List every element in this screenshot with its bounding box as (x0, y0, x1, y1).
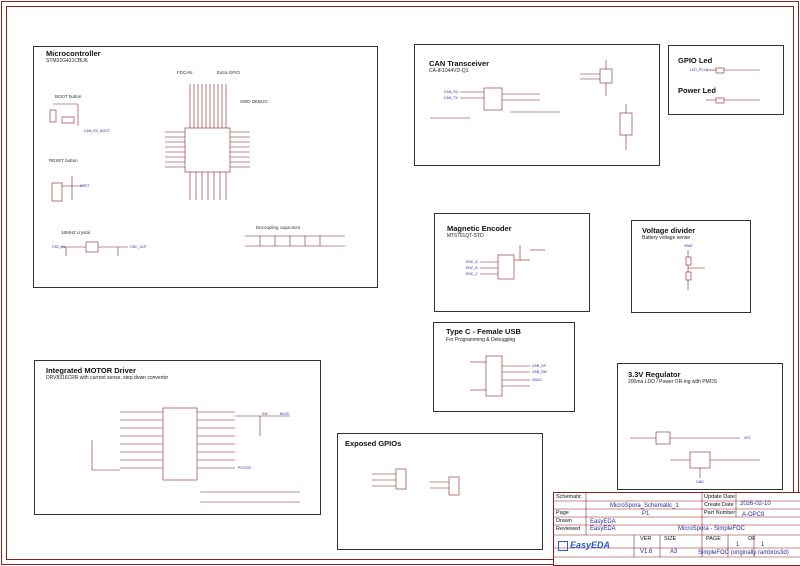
mcu-bottom-pins (189, 172, 227, 200)
schematic-sheet: Microcontroller STM32G431CBU6 BOOT butto… (0, 0, 800, 566)
size-label: SIZE (664, 536, 677, 542)
net-enc-b: ENC_B (466, 266, 478, 270)
gpio-header-2 (448, 476, 460, 496)
usb-connector (485, 355, 503, 397)
schematic-label: Schematic (556, 494, 582, 500)
net-buck: BUCK (280, 412, 290, 416)
net-can-rx-boot: CAN_RX_BOOT (84, 129, 111, 133)
net-osc-out: OSC_OUT (130, 245, 147, 249)
easyeda-logo-mark (558, 540, 568, 551)
net-vbus: VBUS (532, 378, 542, 382)
net-sw: SW (262, 412, 268, 416)
can-connector-2 (619, 112, 633, 136)
net-gnd: GND (696, 480, 704, 484)
page-label: Page (556, 510, 569, 516)
boot-resistor (49, 109, 57, 123)
net-can-rx: CAN_RX (444, 90, 459, 94)
encoder-chip (497, 254, 515, 280)
title-block: Schematic MicroSpora_Schematic_1 Page P1… (553, 492, 800, 566)
ver-label: VER (640, 536, 652, 542)
motor-driver-chip (162, 407, 198, 481)
reviewed-value: EasyEDA (590, 526, 616, 532)
can-transceiver-chip (483, 87, 503, 111)
mcu-chip (184, 127, 231, 173)
net-pgood: PGOOD (238, 466, 252, 470)
mcu-top-pins (189, 84, 227, 128)
update-value: 2026-02-10 (740, 501, 771, 507)
net-vbat: VBAT (684, 244, 693, 248)
schematic-drawing (49, 60, 760, 503)
part-value: A-OPC8 (742, 512, 765, 518)
can-connector-1 (599, 68, 613, 84)
crystal (85, 241, 99, 253)
size-value: A3 (670, 549, 678, 555)
update-label: Update Date (704, 494, 735, 500)
pg-value: 1 (736, 542, 740, 548)
net-enc-z: ENC_Z (466, 272, 478, 276)
motor-right-pins (197, 411, 235, 469)
boot-switch (61, 116, 75, 124)
net-usb-dm: USB_DM (532, 370, 547, 374)
easyeda-logo: EasyEDA (558, 540, 610, 551)
reviewed-label: Reviewed (556, 526, 581, 532)
net-enc-a: ENC_A (466, 260, 478, 264)
drawn-value: EasyEDA (590, 519, 616, 525)
mcu-side-pins (165, 131, 250, 168)
pmos (655, 431, 671, 445)
net-3v3: 3V3 (744, 436, 751, 440)
credit-text: SimpleFOC (originally rambros3d) (698, 550, 789, 556)
gpio-led-resistor (715, 67, 725, 74)
divider-r1 (685, 256, 692, 266)
of-value: 1 (761, 542, 765, 548)
page-value: P1 (642, 511, 650, 517)
ldo-chip (689, 451, 711, 469)
divider-r2 (685, 271, 692, 281)
motor-left-pins (120, 411, 163, 469)
schematic-value: MicroSpora_Schematic_1 (610, 503, 679, 509)
net-usb-dp: USB_DP (532, 364, 547, 368)
net-led: LED_PC13 (690, 68, 708, 72)
ver-value: V1.6 (640, 549, 653, 555)
power-led-resistor (715, 97, 725, 104)
easyeda-logo-text: EasyEDA (570, 540, 611, 550)
project-name: MicroSpora - SimpleFOC (678, 526, 746, 532)
gpio-header-1 (395, 468, 407, 490)
reset-switch (51, 182, 63, 202)
create-label: Create Date (704, 502, 734, 508)
part-label: Part Number (704, 510, 736, 516)
net-osc-in: OSC_IN (52, 245, 66, 249)
net-can-tx: CAN_TX (444, 96, 458, 100)
of-label: OF (748, 536, 756, 542)
net-nrst: NRST (80, 184, 90, 188)
drawn-label: Drawn (556, 518, 572, 524)
pg-label: PAGE (706, 536, 721, 542)
